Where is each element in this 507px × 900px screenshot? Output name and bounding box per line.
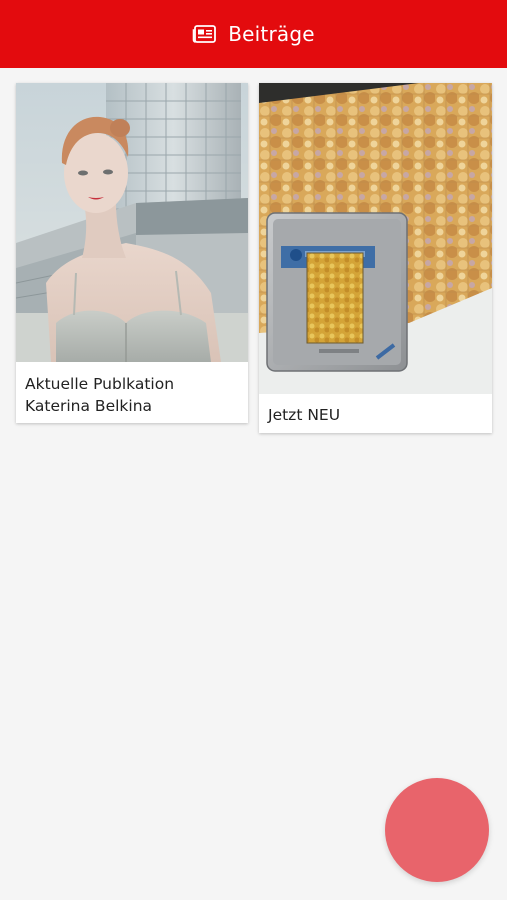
post-title-line1: Jetzt NEU [268,406,341,424]
page-title: Beiträge [228,22,315,46]
newspaper-icon [192,25,217,43]
post-image-portrait[interactable] [16,83,248,362]
post-image-puzzle[interactable] [259,83,492,394]
post-title[interactable]: Jetzt NEU [268,404,484,426]
post-card-jetzt-neu[interactable]: Jetzt NEU [259,83,492,433]
post-title-line1: Aktuelle Publkation [25,375,175,393]
post-title-line2: Katerina Belkina [25,397,153,415]
post-title[interactable]: Aktuelle Publkation Katerina Belkina [25,373,240,417]
post-card-katerina-belkina[interactable]: Aktuelle Publkation Katerina Belkina [16,83,248,423]
app-bar: Beiträge [0,0,507,68]
floating-action-button[interactable] [385,778,489,882]
